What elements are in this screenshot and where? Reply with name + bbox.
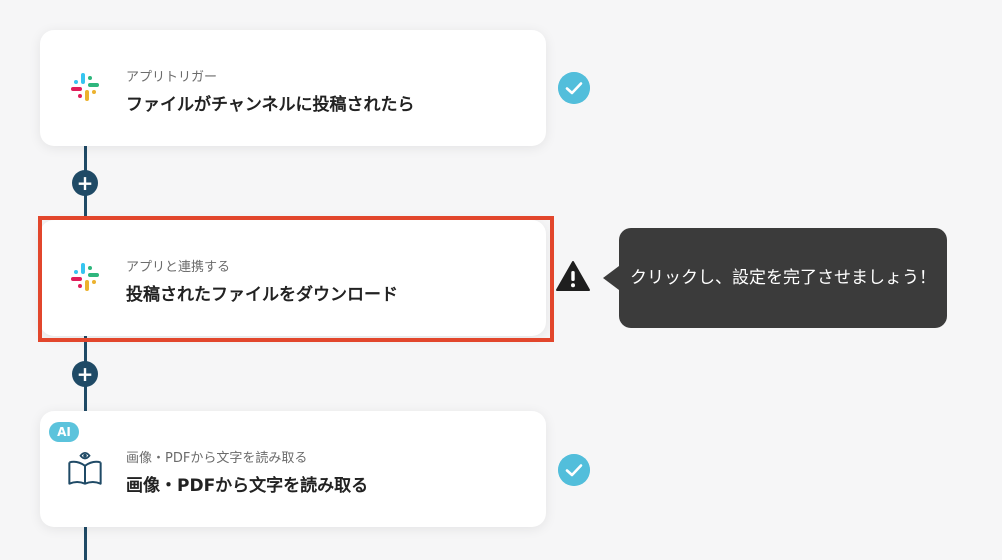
tooltip: クリックし、設定を完了させましょう！ [619,228,947,328]
step-title: 画像・PDFから文字を読み取る [126,476,369,496]
step-card-download[interactable]: アプリと連携する 投稿されたファイルをダウンロード [40,220,546,336]
check-icon [558,72,590,104]
tooltip-arrow [603,266,619,290]
step-subtitle: アプリトリガー [126,70,218,85]
book-eye-icon [68,452,102,485]
ai-badge: AI [49,422,79,442]
step-title: ファイルがチャンネルに投稿されたら [126,95,415,115]
slack-icon [71,73,99,101]
check-icon [558,454,590,486]
warning-icon [556,261,590,291]
step-subtitle: 画像・PDFから文字を読み取る [126,451,308,466]
slack-icon [71,263,99,291]
step-card-ocr[interactable]: 画像・PDFから文字を読み取る 画像・PDFから文字を読み取る [40,411,546,527]
step-card-trigger[interactable]: アプリトリガー ファイルがチャンネルに投稿されたら [40,30,546,146]
step-subtitle: アプリと連携する [126,260,231,275]
step-title: 投稿されたファイルをダウンロード [126,285,398,305]
add-step-button[interactable]: + [72,361,98,387]
add-step-button[interactable]: + [72,170,98,196]
